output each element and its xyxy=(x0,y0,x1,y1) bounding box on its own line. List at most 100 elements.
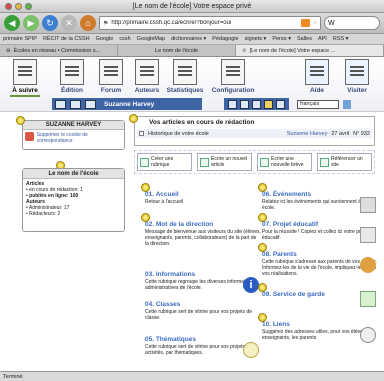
tool-visiter[interactable]: Visiter xyxy=(338,59,376,94)
quick-actions: Créer une rubrique Écrire un nouvel arti… xyxy=(134,150,375,174)
page-favicon: ⚑ xyxy=(103,20,109,27)
page-content: SUZANNE HARVEY Supprimer le cookie de co… xyxy=(0,113,384,371)
rubrique-folder-icon xyxy=(258,313,267,322)
address-bar[interactable]: ⚑ http://primaire.cssh.qc.ca/ecrire/?bon… xyxy=(99,16,321,30)
bookmark-item[interactable]: Salles xyxy=(297,36,312,42)
bookmark-item[interactable]: primaire SPIP xyxy=(3,36,37,42)
bookmark-item[interactable]: dictionnaires ▾ xyxy=(171,36,206,42)
bookmark-item[interactable]: API xyxy=(318,36,327,42)
search-input[interactable]: W xyxy=(324,16,380,30)
to-follow-icon xyxy=(13,59,37,85)
rubrique-folder-icon xyxy=(258,243,267,252)
school-box-title: Le nom de l'école xyxy=(23,169,124,179)
user-name[interactable]: Suzanne Harvey xyxy=(104,101,154,108)
authors-icon xyxy=(135,59,159,85)
forward-arrow-icon[interactable]: ▶ xyxy=(23,15,39,31)
stop-icon[interactable]: ✕ xyxy=(61,15,77,31)
url-text: http://primaire.cssh.qc.ca/ecrire/?bonjo… xyxy=(111,20,232,26)
reference-site-button[interactable]: Référencer un site xyxy=(317,153,372,171)
close-tab-icon[interactable]: ⊗ xyxy=(242,48,247,54)
language-select[interactable]: français xyxy=(297,99,339,109)
information-icon: i xyxy=(243,277,259,293)
user-box-title: SUZANNE HARVEY xyxy=(23,121,124,130)
rubrique-item[interactable]: 01. Accueil Retour à l'accueil xyxy=(141,183,261,205)
visit-site-icon xyxy=(345,59,369,85)
agenda-icon[interactable] xyxy=(85,99,96,109)
forum-icon xyxy=(99,59,123,85)
rubrique-item[interactable]: 07. Projet éducatif Pour la réussite ! C… xyxy=(258,213,378,243)
status-bar: Terminé xyxy=(0,371,384,381)
new-breve-button[interactable]: Écrire une nouvelle brève xyxy=(257,153,312,171)
bookmark-item[interactable]: GoogleMap xyxy=(137,36,165,42)
tool-forum[interactable]: Forum xyxy=(92,59,130,94)
tab-favicon-icon: ⊖ xyxy=(6,47,11,54)
help-icon xyxy=(305,59,329,85)
home-icon[interactable]: ⌂ xyxy=(80,15,96,31)
calendar-icon[interactable] xyxy=(55,99,66,109)
lightbulb-icon xyxy=(243,342,259,358)
new-breve-icon xyxy=(260,157,269,167)
tab-nom-ecole[interactable]: Le nom de l'école xyxy=(118,45,236,56)
create-rubrique-button[interactable]: Créer une rubrique xyxy=(137,153,192,171)
redaction-bullet-icon xyxy=(129,114,138,123)
article-row[interactable]: Historique de votre école Suzanne Harvey… xyxy=(137,129,372,138)
window-title: [Le nom de l'école] Votre espace privé xyxy=(132,2,252,10)
interface-complete-icon[interactable] xyxy=(240,99,249,109)
events-icon xyxy=(360,197,376,213)
rubrique-item[interactable]: 08. Parents Cette rubrique s'adresse aux… xyxy=(258,243,378,277)
rubrique-item[interactable]: 09. Service de garde xyxy=(258,283,378,307)
tool-a-suivre[interactable]: À suivre xyxy=(6,59,44,97)
width-toggle-icon[interactable] xyxy=(343,99,351,109)
bookmark-item[interactable]: Perso ▾ xyxy=(272,36,291,42)
search-icon[interactable] xyxy=(252,99,261,109)
rubrique-folder-icon xyxy=(258,183,267,192)
rubrique-item[interactable]: 05. Thématiques Cette rubrique sert de v… xyxy=(145,336,261,358)
rubrique-item[interactable]: 03. Informations Cette rubrique regroupe… xyxy=(145,271,261,293)
window-titlebar: [Le nom de l'école] Votre espace privé xyxy=(0,0,384,13)
rubrique-item[interactable]: 04. Classes Cette rubrique sert de vitri… xyxy=(145,301,261,321)
user-box-bullet-icon xyxy=(16,116,25,125)
user-bar-left: Suzanne Harvey xyxy=(52,98,202,110)
interface-simple-icon[interactable] xyxy=(228,99,237,109)
tool-auteurs[interactable]: Auteurs xyxy=(128,59,166,94)
messages-icon[interactable] xyxy=(70,99,81,109)
reference-site-icon xyxy=(320,157,329,167)
new-folder-icon xyxy=(140,157,149,167)
parents-icon xyxy=(360,257,376,273)
rubrique-folder-icon xyxy=(258,213,267,222)
rubrique-item[interactable]: 02. Mot de la direction Message de bienv… xyxy=(141,213,261,247)
back-arrow-icon[interactable]: ◀ xyxy=(4,15,20,31)
tab-espace-prive[interactable]: ⊗ [Le nom de l'école] Votre espace ... xyxy=(236,45,384,56)
rubrique-item[interactable]: 06. Événements Relatez ici les événement… xyxy=(258,183,378,213)
display-size-icon[interactable] xyxy=(276,99,285,109)
delete-cookie-link[interactable]: Supprimer le cookie de correspondance xyxy=(37,132,122,144)
bookmark-star-icon[interactable]: ○ xyxy=(313,20,317,26)
tool-statistiques[interactable]: Statistiques xyxy=(166,59,204,94)
tab-ecoles-reseau[interactable]: ⊖ Écoles en réseau • Commission s... xyxy=(0,45,118,56)
tool-aide[interactable]: Aide xyxy=(298,59,336,94)
tool-configuration[interactable]: Configuration xyxy=(208,59,258,94)
bookmark-item[interactable]: RÉCIT de la CSSH xyxy=(43,36,90,42)
refresh-icon[interactable]: ↻ xyxy=(42,15,58,31)
configuration-icon xyxy=(221,59,245,85)
rubrique-folder-icon xyxy=(141,183,150,192)
user-bar: Suzanne Harvey français xyxy=(0,97,384,111)
new-article-button[interactable]: Écrire un nouvel article xyxy=(197,153,252,171)
user-bar-tools xyxy=(224,98,289,110)
links-icon xyxy=(360,327,376,343)
bookmark-item[interactable]: signets ▾ xyxy=(245,36,267,42)
projects-icon xyxy=(360,227,376,243)
bookmark-item[interactable]: RSS ▾ xyxy=(333,36,349,42)
tool-edition[interactable]: Édition xyxy=(53,59,91,94)
bookmark-item[interactable]: Google xyxy=(96,36,114,42)
articles-in-progress-title: Vos articles en cours de rédaction xyxy=(149,119,255,126)
rubrique-item[interactable]: 10. Liens Suggérez des adresses utiles, … xyxy=(258,313,378,343)
bookmark-item[interactable]: Pédagogie xyxy=(212,36,238,42)
articles-in-progress-box: Vos articles en cours de rédaction Histo… xyxy=(134,116,375,146)
bookmark-item[interactable]: cssh xyxy=(119,36,130,42)
edition-icon xyxy=(60,59,84,85)
article-status-icon xyxy=(139,131,144,136)
color-dot-icon[interactable] xyxy=(264,99,273,109)
spip-toolbar: À suivre Édition Forum Auteurs Statistiq… xyxy=(0,57,384,112)
rss-icon[interactable] xyxy=(301,19,311,27)
